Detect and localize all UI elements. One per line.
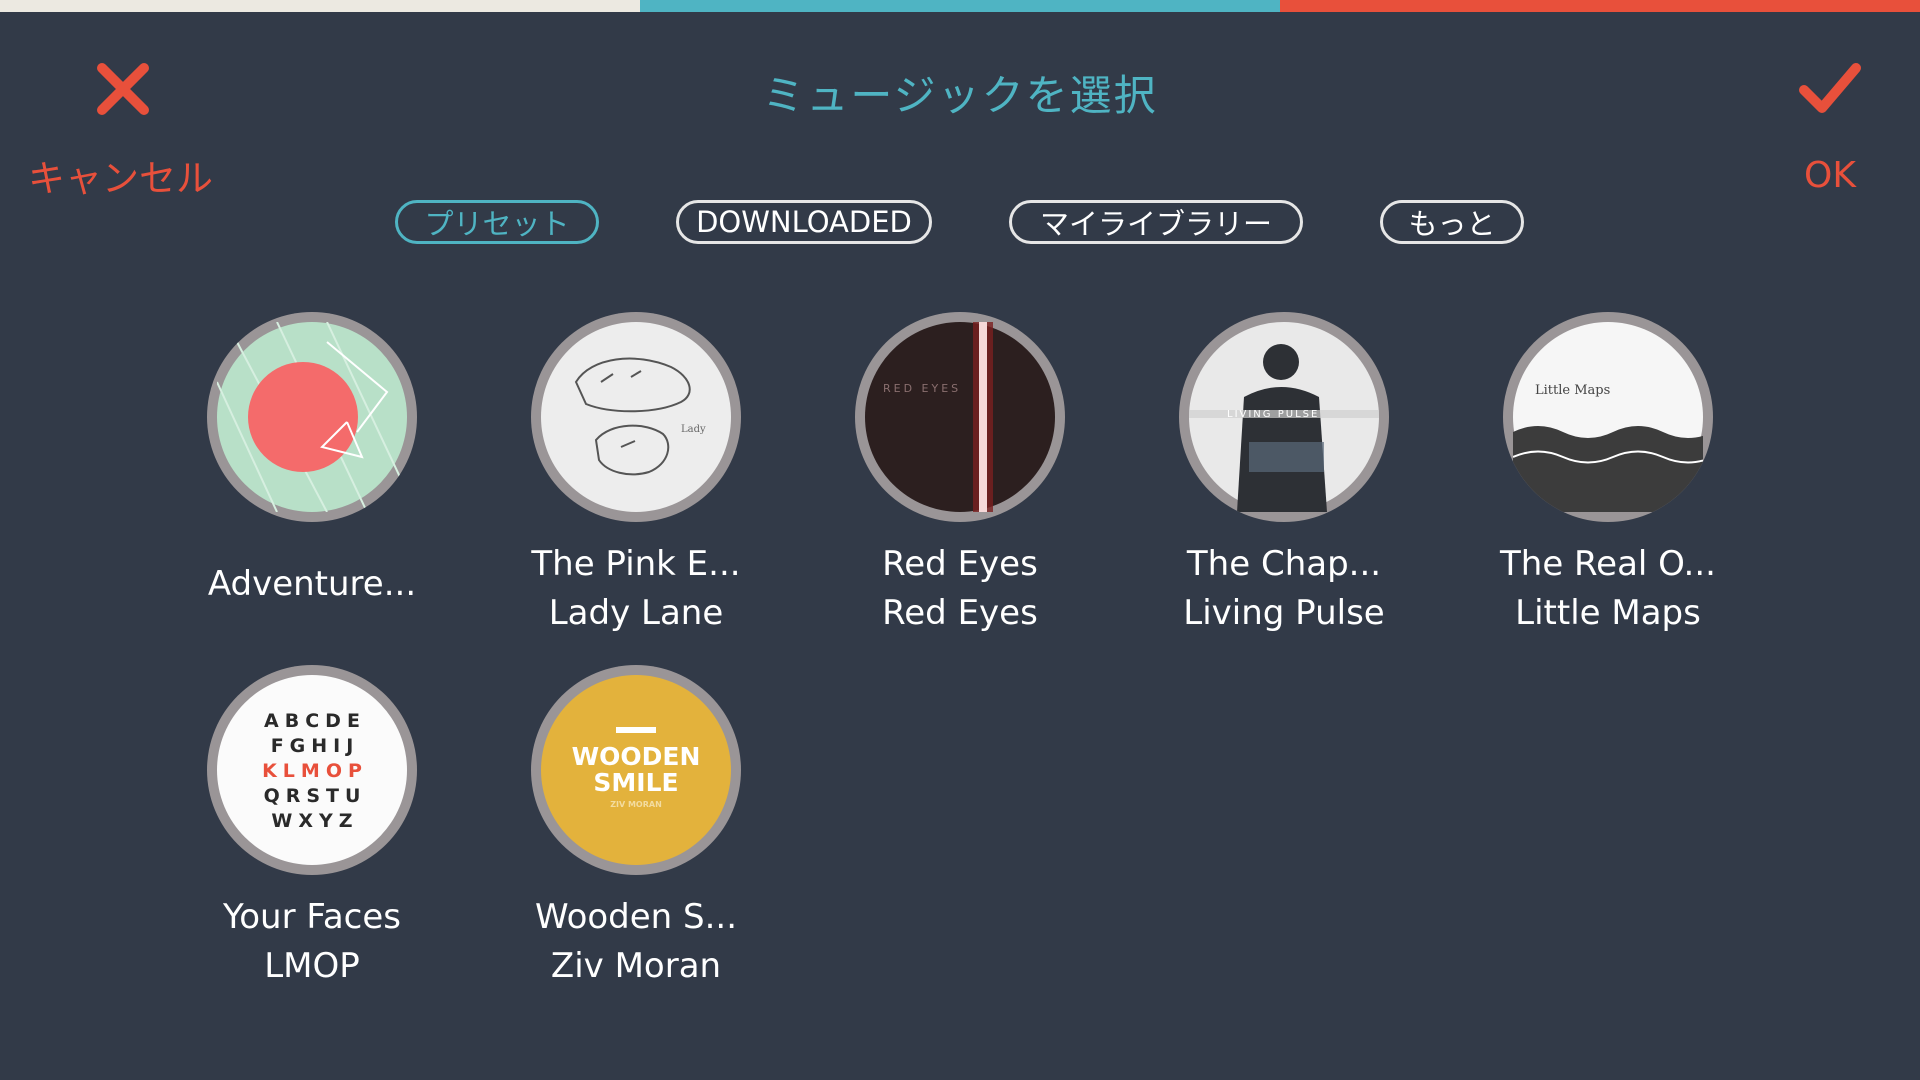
strip-segment-red [1280,0,1920,12]
album-artwork: ABCDE FGHIJ KLMOP QRSTU WXYZ [217,675,407,865]
album-title: The Real O... [1500,544,1716,584]
album-cover: WOODEN SMILE ZIV MORAN [531,665,741,875]
album-title: The Chap... [1186,544,1382,584]
album-item[interactable]: LIVING PULSE The Chap... Living Pulse [1134,312,1434,638]
tab-more-label: もっと [1408,207,1496,241]
page-title: ミュージックを選択 [762,71,1158,120]
album-title: Your Faces [223,897,401,937]
album-artist: Red Eyes [882,593,1038,633]
album-title: Red Eyes [882,544,1038,584]
top-color-strip [0,0,1920,12]
cover-text: WOODEN [572,742,701,771]
album-artist: Lady Lane [548,593,724,633]
album-item[interactable]: Little Maps The Real O... Little Maps [1458,312,1758,638]
album-cover: LIVING PULSE [1179,312,1389,522]
album-artwork: Little Maps [1513,322,1703,512]
album-title: Wooden S... [534,897,738,937]
album-item[interactable]: Adventure... [162,312,462,609]
svg-text:Lady: Lady [681,424,706,435]
cover-text: Little Maps [1535,383,1610,398]
cover-row: WXYZ [271,810,358,832]
album-cover [207,312,417,522]
cancel-label: キャンセル [28,157,213,200]
checkmark-icon [1799,63,1861,113]
album-artwork: WOODEN SMILE ZIV MORAN [541,675,731,865]
tab-downloaded-label: DOWNLOADED [696,205,912,239]
cover-row: KLMOP [262,760,368,782]
tab-downloaded[interactable]: DOWNLOADED [676,200,932,244]
tab-my-library-label: マイライブラリー [1039,207,1272,241]
ok-button[interactable]: OK [1785,60,1885,200]
tab-presets-label: プリセット [424,207,570,241]
album-item[interactable]: Lady The Pink E... Lady Lane [486,312,786,638]
tab-more[interactable]: もっと [1380,200,1524,244]
album-item[interactable]: WOODEN SMILE ZIV MORAN Wooden S... Ziv M… [486,665,786,991]
album-cover: RED EYES [855,312,1065,522]
cover-text: SMILE [593,768,678,797]
album-cover: ABCDE FGHIJ KLMOP QRSTU WXYZ [207,665,417,875]
cover-text: RED EYES [883,382,961,395]
cover-row: ABCDE [264,710,366,732]
strip-segment-cream [0,0,640,12]
album-artwork: RED EYES [865,322,1055,512]
album-title: The Pink E... [531,544,741,584]
strip-segment-teal [640,0,1280,12]
album-artwork: Lady [541,322,731,512]
album-artist: Little Maps [1515,593,1701,633]
cover-text: ZIV MORAN [610,800,662,809]
tab-my-library[interactable]: マイライブラリー [1009,200,1303,244]
album-cover: Little Maps [1503,312,1713,522]
album-artist: LMOP [264,946,360,986]
album-artist: Living Pulse [1183,593,1385,633]
album-artwork [217,322,407,512]
album-title: Adventure... [207,564,417,604]
cover-text: LIVING PULSE [1227,409,1319,420]
album-artwork: LIVING PULSE [1189,322,1379,512]
ok-label: OK [1804,155,1856,196]
album-item[interactable]: ABCDE FGHIJ KLMOP QRSTU WXYZ Your Faces … [162,665,462,991]
cover-row: FGHIJ [271,735,360,757]
album-cover: Lady [531,312,741,522]
cover-row: QRSTU [264,785,367,807]
album-item[interactable]: RED EYES Red Eyes Red Eyes [810,312,1110,638]
album-artist: Ziv Moran [550,946,722,986]
tab-presets[interactable]: プリセット [395,200,599,244]
